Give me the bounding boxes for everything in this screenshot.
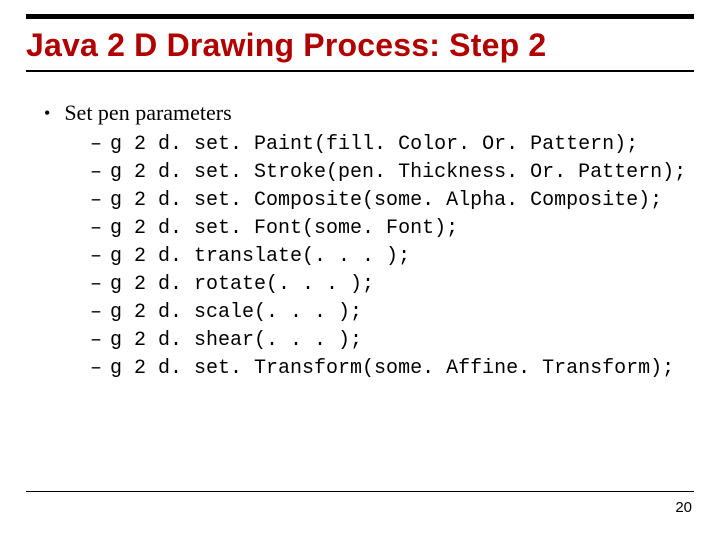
bullet-dot-icon: •: [44, 100, 50, 126]
list-item: – g 2 d. set. Font(some. Font);: [90, 216, 694, 242]
code-line: g 2 d. set. Stroke(pen. Thickness. Or. P…: [110, 160, 686, 186]
page-number: 20: [675, 499, 692, 516]
sub-list: – g 2 d. set. Paint(fill. Color. Or. Pat…: [90, 132, 694, 382]
main-bullet: • Set pen parameters: [44, 100, 694, 126]
list-item: – g 2 d. shear(. . . );: [90, 328, 694, 354]
dash-icon: –: [90, 244, 102, 270]
code-line: g 2 d. set. Paint(fill. Color. Or. Patte…: [110, 132, 638, 158]
list-item: – g 2 d. set. Paint(fill. Color. Or. Pat…: [90, 132, 694, 158]
code-line: g 2 d. rotate(. . . );: [110, 272, 374, 298]
list-item: – g 2 d. set. Composite(some. Alpha. Com…: [90, 188, 694, 214]
slide: Java 2 D Drawing Process: Step 2 • Set p…: [0, 0, 720, 540]
list-item: – g 2 d. scale(. . . );: [90, 300, 694, 326]
code-line: g 2 d. set. Composite(some. Alpha. Compo…: [110, 188, 662, 214]
list-item: – g 2 d. translate(. . . );: [90, 244, 694, 270]
dash-icon: –: [90, 132, 102, 158]
list-item: – g 2 d. set. Stroke(pen. Thickness. Or.…: [90, 160, 694, 186]
dash-icon: –: [90, 300, 102, 326]
dash-icon: –: [90, 216, 102, 242]
dash-icon: –: [90, 272, 102, 298]
slide-title: Java 2 D Drawing Process: Step 2: [26, 27, 694, 64]
dash-icon: –: [90, 356, 102, 382]
code-line: g 2 d. shear(. . . );: [110, 328, 362, 354]
code-line: g 2 d. set. Font(some. Font);: [110, 216, 458, 242]
list-item: – g 2 d. rotate(. . . );: [90, 272, 694, 298]
code-line: g 2 d. set. Transform(some. Affine. Tran…: [110, 356, 674, 382]
slide-body: • Set pen parameters – g 2 d. set. Paint…: [26, 100, 694, 382]
main-bullet-text: Set pen parameters: [64, 100, 231, 126]
list-item: – g 2 d. set. Transform(some. Affine. Tr…: [90, 356, 694, 382]
dash-icon: –: [90, 188, 102, 214]
title-underline: [26, 70, 694, 72]
dash-icon: –: [90, 328, 102, 354]
top-rule-thick: [26, 14, 694, 19]
dash-icon: –: [90, 160, 102, 186]
code-line: g 2 d. scale(. . . );: [110, 300, 362, 326]
code-line: g 2 d. translate(. . . );: [110, 244, 410, 270]
footer-rule: [26, 491, 694, 492]
